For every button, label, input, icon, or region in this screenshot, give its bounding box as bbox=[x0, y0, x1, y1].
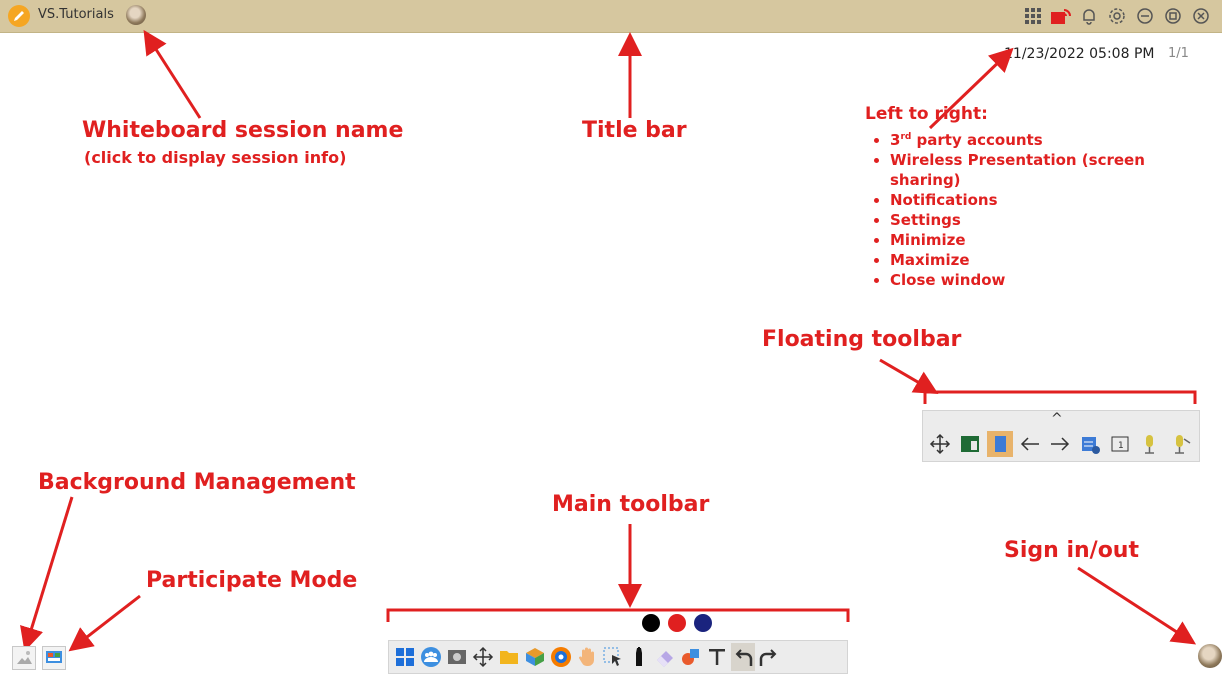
collapse-chevron-icon[interactable]: ^ bbox=[1051, 411, 1063, 427]
arrow-sign-in-out bbox=[1077, 566, 1197, 645]
pen-color-black[interactable] bbox=[642, 614, 660, 632]
users-icon[interactable] bbox=[419, 643, 443, 671]
annotation-background-management: Background Management bbox=[38, 470, 356, 495]
folder-icon[interactable] bbox=[497, 643, 521, 671]
eraser-icon[interactable] bbox=[653, 643, 677, 671]
redo-icon[interactable] bbox=[757, 643, 781, 671]
annotation-session-name-sub: (click to display session info) bbox=[84, 148, 347, 167]
hand-icon[interactable] bbox=[575, 643, 599, 671]
sign-in-out-avatar[interactable] bbox=[1198, 644, 1222, 668]
arrow-participate-mode bbox=[68, 594, 141, 652]
shape-icon[interactable] bbox=[679, 643, 703, 671]
page-icon[interactable] bbox=[987, 431, 1013, 457]
main-toolbar bbox=[388, 640, 848, 674]
annotation-title-bar: Title bar bbox=[582, 118, 687, 143]
arrow-floating-toolbar bbox=[879, 358, 939, 395]
participate-mode-button[interactable] bbox=[42, 646, 66, 670]
mic-mute-icon[interactable] bbox=[1167, 431, 1193, 457]
add-page-icon[interactable] bbox=[1077, 431, 1103, 457]
box-icon[interactable] bbox=[523, 643, 547, 671]
move-icon[interactable] bbox=[471, 643, 495, 671]
page-number-icon[interactable]: 1 bbox=[1107, 431, 1133, 457]
arrow-left-icon[interactable] bbox=[1017, 431, 1043, 457]
floating-toolbar: ^ 1 bbox=[922, 410, 1200, 462]
windows-icon[interactable] bbox=[393, 643, 417, 671]
pen-color-navy[interactable] bbox=[694, 614, 712, 632]
bullet-item: Wireless Presentation (screen sharing) bbox=[890, 150, 1180, 190]
text-icon[interactable] bbox=[705, 643, 729, 671]
bullet-item: Maximize bbox=[890, 250, 1180, 270]
annotation-left-to-right: Left to right: bbox=[865, 104, 988, 124]
annotation-floating-toolbar: Floating toolbar bbox=[762, 327, 962, 352]
background-management-button[interactable] bbox=[12, 646, 36, 670]
bullet-item: Close window bbox=[890, 270, 1180, 290]
annotation-bullet-list: 3rd party accounts Wireless Presentation… bbox=[870, 127, 1220, 290]
bullet-item: Minimize bbox=[890, 230, 1180, 250]
screenshot-icon[interactable] bbox=[445, 643, 469, 671]
bullet-item: Settings bbox=[890, 210, 1180, 230]
select-icon[interactable] bbox=[601, 643, 625, 671]
arrow-session-name bbox=[143, 29, 202, 119]
marker-icon[interactable] bbox=[627, 643, 651, 671]
annotation-participate-mode: Participate Mode bbox=[146, 568, 358, 593]
bracket-main-toolbar bbox=[386, 608, 850, 622]
mic-icon[interactable] bbox=[1137, 431, 1163, 457]
board-icon[interactable] bbox=[957, 431, 983, 457]
annotation-session-name: Whiteboard session name bbox=[82, 118, 404, 143]
annotation-main-toolbar: Main toolbar bbox=[552, 492, 710, 517]
browser-icon[interactable] bbox=[549, 643, 573, 671]
move-icon[interactable] bbox=[927, 431, 953, 457]
arrow-background-management bbox=[20, 496, 74, 652]
pen-color-red[interactable] bbox=[668, 614, 686, 632]
arrow-right-icon[interactable] bbox=[1047, 431, 1073, 457]
undo-icon[interactable] bbox=[731, 643, 755, 671]
bracket-floating-toolbar bbox=[923, 390, 1197, 404]
bullet-item: 3rd party accounts bbox=[890, 127, 1180, 150]
svg-text:1: 1 bbox=[1118, 441, 1124, 451]
bullet-item: Notifications bbox=[890, 190, 1180, 210]
annotation-sign-in-out: Sign in/out bbox=[1004, 538, 1139, 563]
